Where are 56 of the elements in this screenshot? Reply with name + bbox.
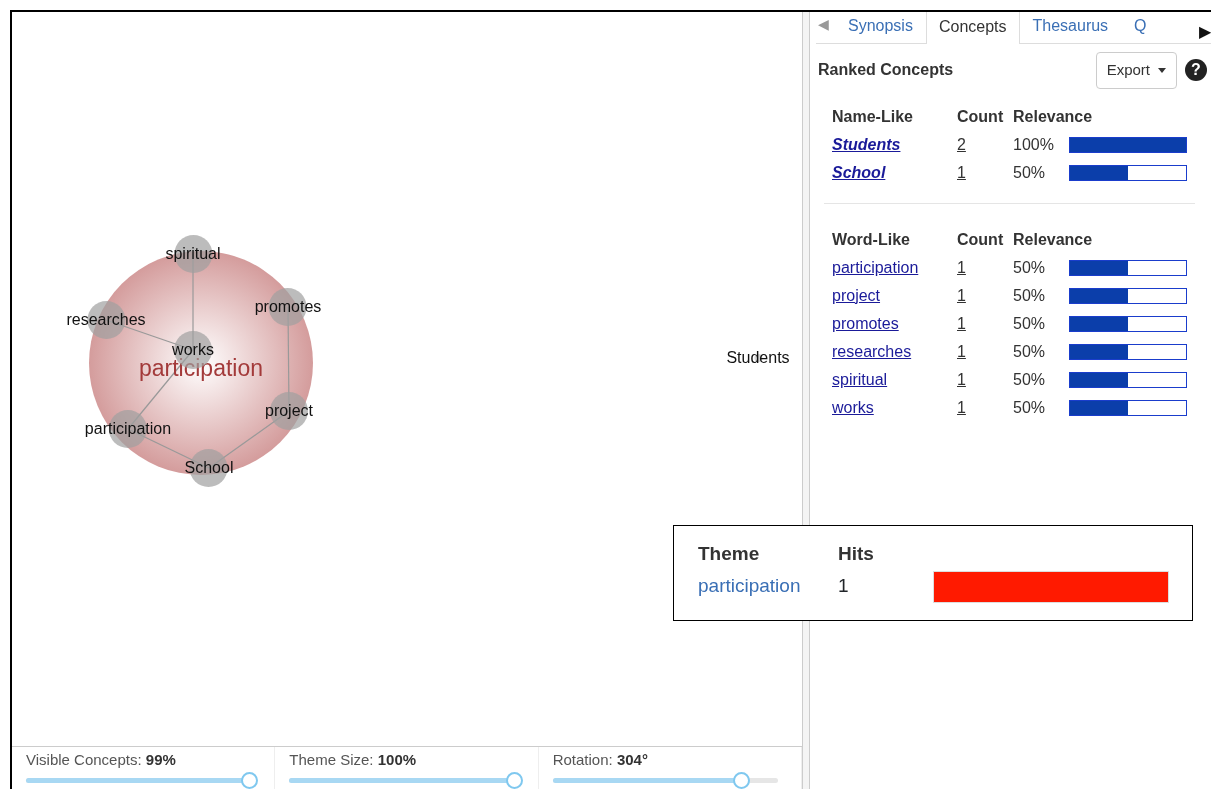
slider-label: Rotation: 304° xyxy=(552,750,649,770)
relevance-percent: 50% xyxy=(1013,162,1047,183)
column-header: Count xyxy=(957,229,1005,250)
concept-link[interactable]: School xyxy=(832,160,957,185)
count-link[interactable]: 1 xyxy=(957,283,1013,308)
column-header: Word-Like xyxy=(832,229,911,250)
export-button[interactable]: Export xyxy=(1095,52,1177,89)
slider-thumb[interactable] xyxy=(240,771,258,789)
concept-node[interactable]: promotes xyxy=(254,288,322,326)
concept-node[interactable]: School xyxy=(184,449,234,487)
concept-link[interactable]: participation xyxy=(832,255,957,280)
count-link[interactable]: 1 xyxy=(957,395,1013,420)
tab[interactable]: Concepts xyxy=(925,12,1020,44)
column-header: Name-Like xyxy=(832,106,914,127)
help-icon[interactable]: ? xyxy=(1185,59,1207,82)
scroll-right-button[interactable]: ▶ xyxy=(1199,20,1211,44)
column-header: Relevance xyxy=(1013,229,1094,250)
count-link[interactable]: 1 xyxy=(957,367,1013,392)
hits-count: 1 xyxy=(838,574,850,599)
column-header: Theme xyxy=(698,542,761,566)
concept-node[interactable]: Students xyxy=(726,339,790,377)
count-link[interactable]: 1 xyxy=(957,160,1013,185)
column-header: Relevance xyxy=(1013,106,1094,127)
count-link[interactable]: 1 xyxy=(957,255,1013,280)
slider-label: Theme Size: 100% xyxy=(289,750,418,770)
concept-node[interactable]: researches xyxy=(66,301,146,339)
slider-thumb[interactable] xyxy=(506,771,524,789)
count-link[interactable]: 1 xyxy=(957,311,1013,336)
count-link[interactable]: 1 xyxy=(957,339,1013,364)
concept-node[interactable]: participation xyxy=(84,410,172,448)
relevance-percent: 50% xyxy=(1013,397,1047,418)
relevance-percent: 50% xyxy=(1013,257,1047,278)
slider-label: Visible Concepts: 99% xyxy=(26,750,177,770)
slider-thumb[interactable] xyxy=(733,771,751,789)
concept-link[interactable]: Students xyxy=(832,132,957,157)
concept-link[interactable]: spiritual xyxy=(832,367,957,392)
caret-icon xyxy=(1158,67,1166,73)
theme-name: participation xyxy=(698,574,802,599)
column-header: Count xyxy=(957,106,1005,127)
relevance-percent: 50% xyxy=(1013,341,1047,362)
relevance-percent: 50% xyxy=(1013,313,1047,334)
panel-title: Ranked Concepts xyxy=(818,60,954,81)
concept-node[interactable]: spiritual xyxy=(165,235,221,273)
concept-link[interactable]: promotes xyxy=(832,311,957,336)
tab[interactable]: Q xyxy=(1121,12,1160,43)
column-header: Hits xyxy=(838,542,875,566)
tab[interactable]: Synopsis xyxy=(835,12,926,43)
tab[interactable]: Thesaurus xyxy=(1019,12,1122,43)
concept-link[interactable]: works xyxy=(832,395,957,420)
theme-label: participation xyxy=(139,356,263,380)
concept-link[interactable]: researches xyxy=(832,339,957,364)
relevance-percent: 100% xyxy=(1013,134,1055,155)
relevance-percent: 50% xyxy=(1013,285,1047,306)
count-link[interactable]: 2 xyxy=(957,132,1013,157)
relevance-percent: 50% xyxy=(1013,369,1047,390)
concept-link[interactable]: project xyxy=(832,283,957,308)
